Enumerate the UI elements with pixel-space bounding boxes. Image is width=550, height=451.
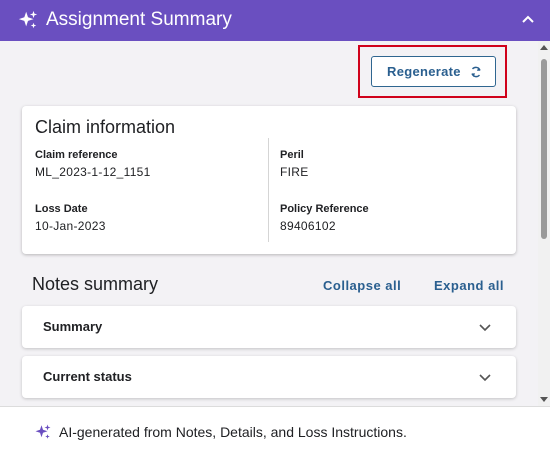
scroll-thumb[interactable] bbox=[541, 59, 547, 239]
collapse-all-link[interactable]: Collapse all bbox=[323, 278, 401, 293]
refresh-icon bbox=[471, 66, 481, 78]
accordion-summary[interactable]: Summary bbox=[22, 306, 516, 348]
regenerate-button[interactable]: Regenerate bbox=[371, 56, 496, 87]
claim-reference-label: Claim reference bbox=[35, 149, 118, 161]
card-divider bbox=[268, 138, 269, 242]
notes-summary-title: Notes summary bbox=[32, 274, 159, 294]
footer: AI-generated from Notes, Details, and Lo… bbox=[0, 406, 550, 451]
loss-date-value: 10-Jan-2023 bbox=[35, 219, 106, 233]
chevron-up-icon[interactable] bbox=[520, 12, 536, 28]
chevron-down-icon bbox=[479, 324, 491, 332]
accordion-label: Summary bbox=[43, 319, 103, 334]
claim-card-title: Claim information bbox=[35, 117, 176, 137]
scroll-up-arrow[interactable] bbox=[540, 45, 548, 50]
scroll-down-arrow[interactable] bbox=[540, 397, 548, 402]
expand-all-link[interactable]: Expand all bbox=[434, 278, 504, 293]
panel-title: Assignment Summary bbox=[46, 9, 232, 30]
peril-label: Peril bbox=[280, 149, 304, 161]
panel-header[interactable]: Assignment Summary bbox=[0, 0, 550, 41]
loss-date-label: Loss Date bbox=[35, 203, 88, 215]
claim-information-card: Claim information Claim reference ML_202… bbox=[22, 106, 516, 254]
policy-reference-value: 89406102 bbox=[280, 219, 336, 233]
peril-value: FIRE bbox=[280, 165, 309, 179]
scrollbar[interactable] bbox=[538, 41, 550, 406]
sparkle-icon bbox=[18, 10, 38, 29]
chevron-down-icon bbox=[479, 374, 491, 382]
accordion-current-status[interactable]: Current status bbox=[22, 356, 516, 398]
regenerate-label: Regenerate bbox=[387, 64, 461, 79]
accordion-label: Current status bbox=[43, 369, 132, 384]
policy-reference-label: Policy Reference bbox=[280, 203, 369, 215]
ai-disclaimer-text: AI-generated from Notes, Details, and Lo… bbox=[59, 424, 407, 440]
claim-reference-value: ML_2023-1-12_1151 bbox=[35, 165, 151, 179]
sparkle-icon bbox=[35, 424, 51, 439]
